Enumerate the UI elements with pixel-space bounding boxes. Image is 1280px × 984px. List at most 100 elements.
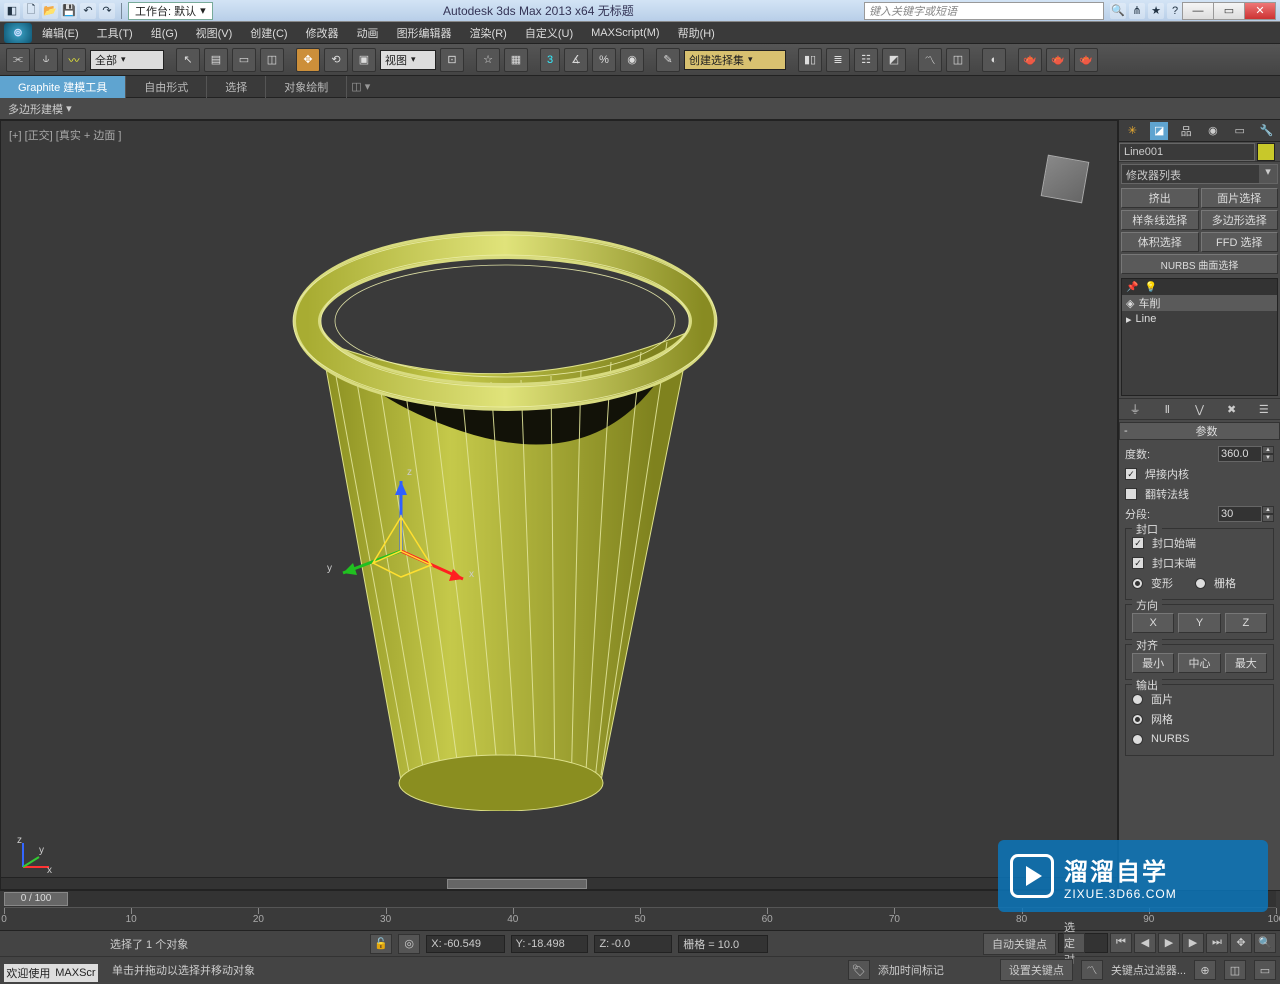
stack-remove-icon[interactable]: ✖ [1223,400,1241,418]
kbd-icon[interactable]: ▦ [504,48,528,72]
new-icon[interactable]: 🗋 [23,3,39,19]
ribbon-icon[interactable]: ◩ [882,48,906,72]
menu-maxscript[interactable]: MAXScript(M) [583,24,667,42]
stack-config-icon[interactable]: ☰ [1255,400,1273,418]
align-center-button[interactable]: 中心 [1178,653,1220,673]
ribbon-tab-objpaint[interactable]: 对象绘制 [266,76,347,98]
goto-start-icon[interactable]: ⏮ [1110,933,1132,953]
app-menu-icon[interactable]: ◧ [4,3,20,19]
scale-tool-icon[interactable]: ▣ [352,48,376,72]
material-editor-icon[interactable]: ◐ [982,48,1006,72]
viewport-scrollbar[interactable] [1,877,1117,889]
nav-max-icon[interactable]: ▭ [1254,960,1276,980]
btn-nurbs-select[interactable]: NURBS 曲面选择 [1121,254,1278,274]
align-max-button[interactable]: 最大 [1225,653,1267,673]
maximize-button[interactable]: ▭ [1213,2,1245,20]
bind-tool-icon[interactable]: 〰 [62,48,86,72]
snap-spinner-icon[interactable]: ◉ [620,48,644,72]
btn-extrude[interactable]: 挤出 [1121,188,1199,208]
ribbon-collapse-icon[interactable]: ◫ ▾ [351,80,370,93]
viewport[interactable]: [+] [正交] [真实 + 边面 ] [0,120,1118,890]
manip-icon[interactable]: ☆ [476,48,500,72]
btn-ffd-select[interactable]: FFD 选择 [1201,232,1279,252]
dir-x-button[interactable]: X [1132,613,1174,633]
menu-tools[interactable]: 工具(T) [89,22,141,44]
object-name-input[interactable] [1119,143,1255,161]
curve-editor-icon[interactable]: 〽 [918,48,942,72]
grid-radio[interactable] [1195,578,1206,589]
goto-end-icon[interactable]: ⏭ [1206,933,1228,953]
capend-checkbox[interactable]: ✓ [1132,557,1144,569]
viewcube[interactable] [1025,139,1105,219]
key-selset[interactable]: 选定对 [1058,933,1108,953]
tag-icon[interactable]: 🏷 [848,960,870,980]
align-icon[interactable]: ≣ [826,48,850,72]
undo-icon[interactable]: ↶ [80,3,96,19]
menu-animation[interactable]: 动画 [349,22,387,44]
close-button[interactable]: ✕ [1244,2,1276,20]
menu-modifiers[interactable]: 修改器 [298,22,347,44]
ribbon-tab-select[interactable]: 选择 [207,76,266,98]
btn-spline-select[interactable]: 样条线选择 [1121,210,1199,230]
time-slider-thumb[interactable]: 0 / 100 [4,892,68,906]
iso-icon[interactable]: ◎ [398,934,420,954]
pivot-icon[interactable]: ⊡ [440,48,464,72]
dir-y-button[interactable]: Y [1178,613,1220,633]
dir-z-button[interactable]: Z [1225,613,1267,633]
snap-angle-icon[interactable]: ∡ [564,48,588,72]
prev-frame-icon[interactable]: ◀ [1134,933,1156,953]
play-icon[interactable]: ▶ [1158,933,1180,953]
app-logo-icon[interactable]: ⊚ [4,23,32,43]
out-face-radio[interactable] [1132,694,1143,705]
render-frame-icon[interactable]: 🫖 [1046,48,1070,72]
rollout-header[interactable]: -参数 [1119,422,1280,440]
align-min-button[interactable]: 最小 [1132,653,1174,673]
autokey-button[interactable]: 自动关键点 [983,933,1056,955]
layers-icon[interactable]: ☷ [854,48,878,72]
stack-lock-icon[interactable]: ⏚ [1126,400,1144,418]
mirror-icon[interactable]: ▮▯ [798,48,822,72]
unlink-tool-icon[interactable]: ⫝ [34,48,58,72]
stack-item-line[interactable]: ▸Line [1122,311,1277,327]
stack-makeunique-icon[interactable]: ⋁ [1190,400,1208,418]
menu-create[interactable]: 创建(C) [242,22,295,44]
minimize-button[interactable]: — [1182,2,1214,20]
object-color-swatch[interactable] [1257,143,1275,161]
select-tool-icon[interactable]: ↖ [176,48,200,72]
menu-help[interactable]: 帮助(H) [670,22,723,44]
workspace-dropdown[interactable]: 工作台: 默认▾ [128,2,213,20]
panel-display-icon[interactable]: ▭ [1231,122,1249,140]
panel-utilities-icon[interactable]: 🔧 [1258,122,1276,140]
move-tool-icon[interactable]: ✥ [296,48,320,72]
btn-face-select[interactable]: 面片选择 [1201,188,1279,208]
edit-named-icon[interactable]: ✎ [656,48,680,72]
next-frame-icon[interactable]: ▶ [1182,933,1204,953]
flip-checkbox[interactable] [1125,488,1137,500]
viewport-label[interactable]: [+] [正交] [真实 + 边面 ] [9,127,121,143]
rotate-tool-icon[interactable]: ⟲ [324,48,348,72]
morph-radio[interactable] [1132,578,1143,589]
menu-group[interactable]: 组(G) [143,22,186,44]
segs-spinner[interactable]: ▲▼ [1218,506,1274,522]
panel-create-icon[interactable]: ✳ [1123,122,1141,140]
script-listener[interactable]: 欢迎使用MAXScr [4,964,98,982]
coord-x[interactable]: X: [426,935,504,953]
degrees-spinner[interactable]: ▲▼ [1218,446,1274,462]
stack-bulb-icon[interactable]: 💡 [1144,282,1156,293]
modifier-list-dropdown[interactable]: 修改器列表▾ [1121,164,1278,184]
out-mesh-radio[interactable] [1132,714,1143,725]
btn-vol-select[interactable]: 体积选择 [1121,232,1199,252]
btn-poly-select[interactable]: 多边形选择 [1201,210,1279,230]
menu-view[interactable]: 视图(V) [188,22,241,44]
menu-edit[interactable]: 编辑(E) [34,22,87,44]
select-name-icon[interactable]: ▤ [204,48,228,72]
menu-graph[interactable]: 图形编辑器 [389,22,460,44]
menu-render[interactable]: 渲染(R) [462,22,515,44]
nav-zoom-icon[interactable]: 🔍 [1254,933,1276,953]
nav-orbit-icon[interactable]: ⊕ [1194,960,1216,980]
ribbon-tab-freeform[interactable]: 自由形式 [126,76,207,98]
key-filter-label[interactable]: 关键点过滤器... [1111,962,1186,978]
add-time-tag[interactable]: 添加时间标记 [878,962,944,978]
window-cross-icon[interactable]: ◫ [260,48,284,72]
redo-icon[interactable]: ↷ [99,3,115,19]
